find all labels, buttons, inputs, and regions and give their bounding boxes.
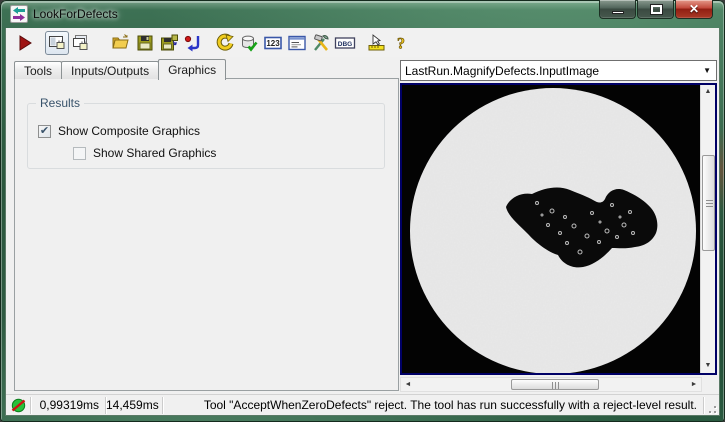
save-file-icon — [137, 35, 153, 50]
undo-button[interactable] — [213, 31, 237, 55]
vertical-scrollbar[interactable]: ▲ ▼ — [700, 85, 715, 373]
maximize-button[interactable] — [637, 0, 674, 19]
thumb-grip — [706, 200, 713, 208]
show-composite-graphics-checkbox[interactable]: ✔ — [38, 124, 51, 138]
debug-button[interactable]: DBG — [333, 31, 357, 55]
image-source-value: LastRun.MagnifyDefects.InputImage — [405, 63, 600, 78]
maximize-icon — [650, 4, 663, 15]
resize-grip[interactable] — [704, 395, 719, 416]
show-shared-graphics-checkbox[interactable]: ✔ — [73, 146, 86, 160]
profiler-button[interactable] — [365, 31, 389, 55]
app-icon — [10, 5, 28, 23]
results-database-icon — [242, 35, 258, 52]
tool-settings-button[interactable] — [309, 31, 333, 55]
close-icon: ✕ — [688, 2, 700, 16]
scroll-right-icon[interactable]: ► — [687, 381, 701, 388]
undo-icon — [216, 33, 234, 51]
thumb-grip — [552, 382, 560, 389]
numeric-results-icon: 123 — [264, 36, 282, 49]
vertical-scrollbar-thumb[interactable] — [702, 155, 715, 251]
tab-tools[interactable]: Tools — [14, 61, 63, 79]
image-source-dropdown[interactable]: LastRun.MagnifyDefects.InputImage ▼ — [400, 60, 717, 81]
property-sheet-icon — [288, 35, 306, 50]
save-file-button[interactable] — [133, 31, 157, 55]
tab-strip: Tools Inputs/Outputs Graphics — [14, 59, 227, 80]
svg-text:DBG: DBG — [338, 40, 352, 47]
graphics-tab-page: Results ✔ Show Composite Graphics ✔ Show… — [14, 78, 399, 391]
save-as-icon — [161, 34, 178, 50]
scroll-left-icon[interactable]: ◄ — [401, 381, 415, 388]
show-control-icon — [49, 35, 65, 49]
checkmark-icon: ✔ — [39, 124, 50, 137]
open-file-icon — [112, 33, 129, 48]
save-as-button[interactable] — [157, 31, 181, 55]
debug-icon: DBG — [334, 36, 356, 49]
property-sheet-button[interactable] — [285, 31, 309, 55]
horizontal-scrollbar[interactable]: ◄ ► — [400, 377, 702, 392]
reject-status-icon — [6, 398, 30, 413]
total-time: 14,459ms — [106, 398, 159, 412]
inspection-image — [402, 85, 700, 373]
results-database-button[interactable] — [237, 31, 261, 55]
tab-label: Graphics — [168, 63, 217, 77]
execution-time: 0,99319ms — [39, 398, 99, 412]
chevron-down-icon: ▼ — [703, 66, 711, 75]
reset-icon — [184, 35, 200, 51]
image-display-panel: LastRun.MagnifyDefects.InputImage ▼ ▲ ▼ … — [398, 28, 718, 393]
show-control-button[interactable] — [45, 30, 69, 55]
minimize-button[interactable] — [599, 0, 636, 19]
show-control-window-button[interactable] — [69, 31, 93, 55]
tab-label: Tools — [24, 64, 53, 78]
window-title: LookForDefects — [33, 7, 118, 21]
minimize-icon — [612, 11, 624, 14]
tab-label: Inputs/Outputs — [71, 64, 150, 78]
numeric-results-button[interactable]: 123 — [261, 31, 285, 55]
show-shared-graphics-label: Show Shared Graphics — [93, 146, 217, 160]
results-groupbox: Results ✔ Show Composite Graphics ✔ Show… — [27, 96, 385, 169]
title-bar[interactable]: LookForDefects ✕ — [0, 0, 725, 28]
tool-settings-icon — [314, 33, 329, 51]
run-button[interactable] — [13, 31, 37, 55]
image-view[interactable]: ▲ ▼ — [400, 83, 717, 375]
status-bar: 0,99319ms 14,459ms Tool "AcceptWhenZeroD… — [6, 394, 719, 415]
svg-text:123: 123 — [266, 39, 280, 48]
show-control-window-icon — [73, 34, 88, 50]
horizontal-scrollbar-thumb[interactable] — [511, 379, 599, 390]
app-window: LookForDefects ✕ 123 DBG ? Tools Inputs/… — [0, 0, 725, 422]
open-file-button[interactable] — [109, 31, 133, 55]
scroll-up-icon[interactable]: ▲ — [701, 85, 715, 99]
show-composite-graphics-label: Show Composite Graphics — [58, 124, 201, 138]
status-message: Tool "AcceptWhenZeroDefects" reject. The… — [203, 398, 697, 412]
results-group-title: Results — [36, 96, 85, 110]
client-area: 123 DBG ? Tools Inputs/Outputs Graphics … — [5, 28, 720, 416]
run-icon — [19, 34, 32, 51]
tab-graphics[interactable]: Graphics — [158, 59, 227, 80]
profiler-icon — [368, 33, 385, 50]
reset-button[interactable] — [181, 31, 205, 55]
scroll-down-icon[interactable]: ▼ — [701, 359, 715, 373]
tab-inputs-outputs[interactable]: Inputs/Outputs — [61, 61, 160, 79]
close-button[interactable]: ✕ — [675, 0, 713, 19]
